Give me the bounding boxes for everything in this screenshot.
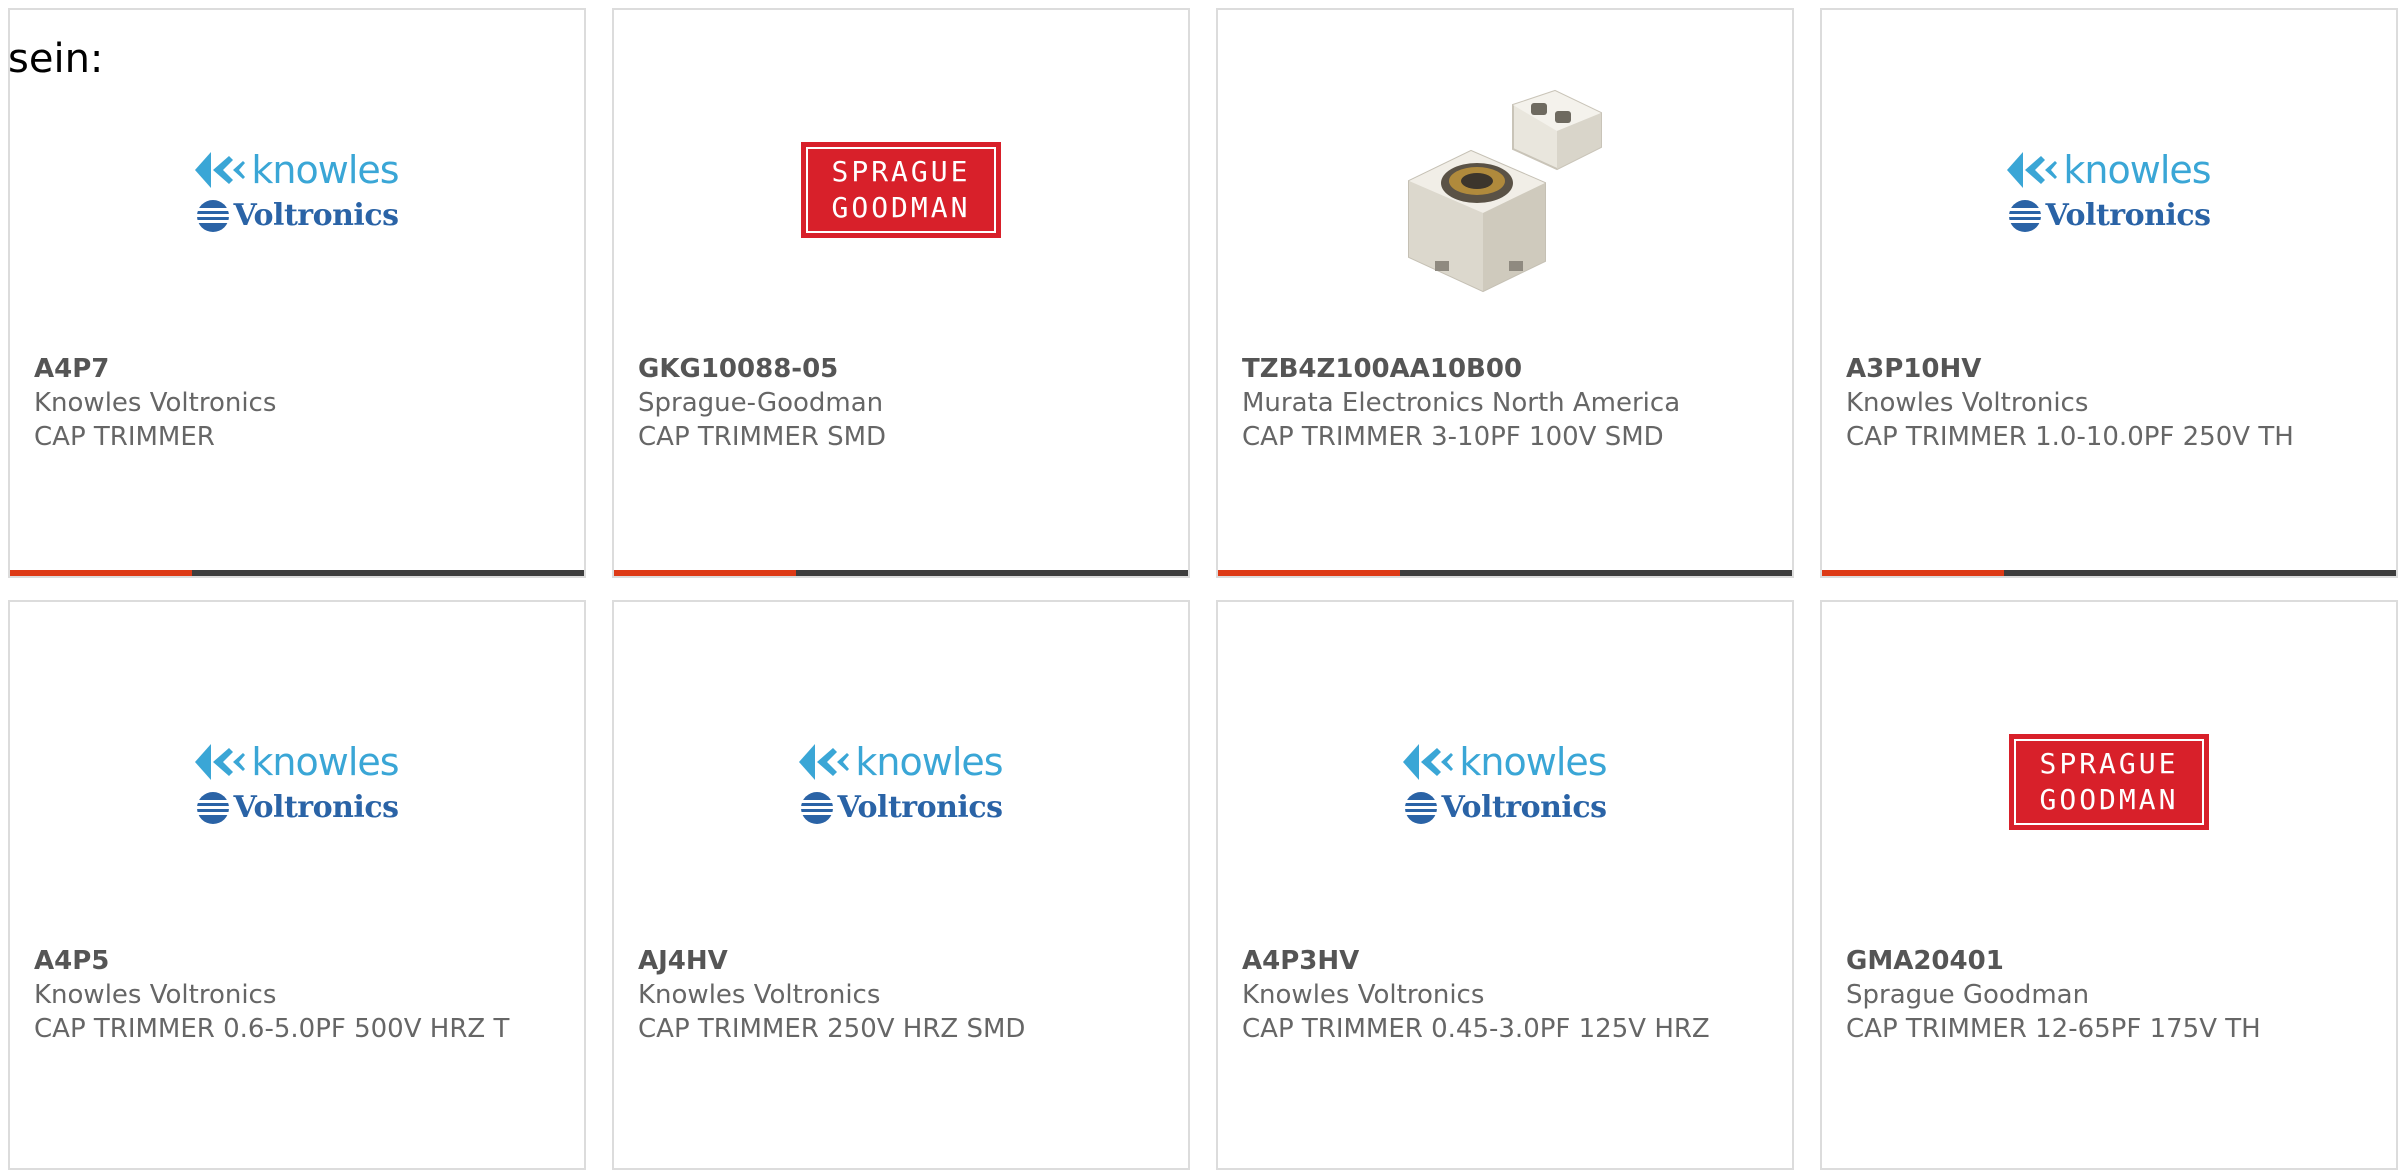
goodman-wordmark: GOODMAN [2039,783,2179,816]
product-description: CAP TRIMMER 1.0-10.0PF 250V TH [1846,422,2294,452]
globe-icon [2008,200,2041,232]
manufacturer-name: Sprague-Goodman [638,388,884,418]
sprague-goodman-logo: SPRAGUE GOODMAN [801,142,1001,238]
knowles-wordmark: knowles [1459,740,1607,784]
knowles-voltronics-logo: knowles Voltronics [192,736,402,828]
product-info: A3P10HV Knowles Voltronics CAP TRIMMER 1… [1846,352,2366,454]
manufacturer-name: Knowles Voltronics [638,980,881,1010]
knowles-voltronics-logo: knowles Voltronics [796,736,1006,828]
product-image: knowles Voltronics [1822,70,2396,310]
product-info: A4P7 Knowles Voltronics CAP TRIMMER [34,352,554,454]
globe-icon [1404,792,1437,824]
product-image: knowles Voltronics [10,70,584,310]
voltronics-wordmark: Voltronics [1441,790,1607,825]
knowles-chevron-icon [799,744,850,780]
product-image: knowles Voltronics [614,662,1188,902]
part-number[interactable]: TZB4Z100AA10B00 [1242,352,1762,386]
product-description: CAP TRIMMER SMD [638,422,887,452]
product-card[interactable]: knowles Voltronics A4P5 Knowles Voltroni… [8,600,586,1170]
manufacturer-name: Murata Electronics North America [1242,388,1681,418]
manufacturer-name: Sprague Goodman [1846,980,2090,1010]
product-image: knowles Voltronics [1218,662,1792,902]
manufacturer-name: Knowles Voltronics [1846,388,2089,418]
manufacturer-name: Knowles Voltronics [34,980,277,1010]
product-image: SPRAGUE GOODMAN [1822,662,2396,902]
product-card[interactable]: knowles Voltronics A3P10HV Knowles Voltr… [1820,8,2398,578]
part-number[interactable]: GKG10088-05 [638,352,1158,386]
globe-icon [196,200,229,232]
knowles-chevron-icon [2007,152,2058,188]
manufacturer-name: Knowles Voltronics [1242,980,1485,1010]
knowles-chevron-icon [195,152,246,188]
product-description: CAP TRIMMER 0.45-3.0PF 125V HRZ [1242,1014,1710,1044]
knowles-wordmark: knowles [2063,148,2211,192]
product-card[interactable]: knowles Voltronics AJ4HV Knowles Voltron… [612,600,1190,1170]
knowles-wordmark: knowles [855,740,1003,784]
voltronics-wordmark: Voltronics [2045,198,2211,233]
part-number[interactable]: A3P10HV [1846,352,2366,386]
product-info: AJ4HV Knowles Voltronics CAP TRIMMER 250… [638,944,1158,1046]
part-number[interactable]: AJ4HV [638,944,1158,978]
product-card[interactable]: knowles Voltronics A4P7 Knowles Voltroni… [8,8,586,578]
card-accent-bar [614,570,1188,576]
knowles-wordmark: knowles [251,740,399,784]
product-description: CAP TRIMMER 3-10PF 100V SMD [1242,422,1664,452]
product-info: TZB4Z100AA10B00 Murata Electronics North… [1242,352,1762,454]
knowles-chevron-icon [195,744,246,780]
knowles-wordmark: knowles [251,148,399,192]
sprague-wordmark: SPRAGUE [2039,747,2179,780]
manufacturer-name: Knowles Voltronics [34,388,277,418]
product-description: CAP TRIMMER 250V HRZ SMD [638,1014,1026,1044]
goodman-wordmark: GOODMAN [831,191,971,224]
card-accent-bar [10,570,584,576]
product-image: knowles Voltronics [10,662,584,902]
globe-icon [196,792,229,824]
product-grid: knowles Voltronics A4P7 Knowles Voltroni… [8,8,2398,1170]
product-card[interactable]: SPRAGUE GOODMAN GMA20401 Sprague Goodman… [1820,600,2398,1170]
product-info: GMA20401 Sprague Goodman CAP TRIMMER 12-… [1846,944,2366,1046]
knowles-voltronics-logo: knowles Voltronics [1400,736,1610,828]
product-description: CAP TRIMMER 12-65PF 175V TH [1846,1014,2261,1044]
product-card[interactable]: knowles Voltronics A4P3HV Knowles Voltro… [1216,600,1794,1170]
product-info: GKG10088-05 Sprague-Goodman CAP TRIMMER … [638,352,1158,454]
product-image: SPRAGUE GOODMAN [614,70,1188,310]
knowles-voltronics-logo: knowles Voltronics [2004,144,2214,236]
knowles-voltronics-logo: knowles Voltronics [192,144,402,236]
part-number[interactable]: GMA20401 [1846,944,2366,978]
trimmer-capacitor-photo [1408,89,1602,293]
product-card[interactable]: TZB4Z100AA10B00 Murata Electronics North… [1216,8,1794,578]
product-info: A4P3HV Knowles Voltronics CAP TRIMMER 0.… [1242,944,1762,1046]
product-card[interactable]: SPRAGUE GOODMAN GKG10088-05 Sprague-Good… [612,8,1190,578]
sprague-goodman-logo: SPRAGUE GOODMAN [2009,734,2209,830]
product-description: CAP TRIMMER 0.6-5.0PF 500V HRZ T [34,1014,510,1044]
sprague-wordmark: SPRAGUE [831,155,971,188]
part-number[interactable]: A4P3HV [1242,944,1762,978]
intro-text: sein: [8,36,104,82]
voltronics-wordmark: Voltronics [233,790,399,825]
product-image [1218,70,1792,310]
globe-icon [800,792,833,824]
product-description: CAP TRIMMER [34,422,215,452]
voltronics-wordmark: Voltronics [233,198,399,233]
voltronics-wordmark: Voltronics [837,790,1003,825]
product-info: A4P5 Knowles Voltronics CAP TRIMMER 0.6-… [34,944,554,1046]
part-number[interactable]: A4P5 [34,944,554,978]
part-number[interactable]: A4P7 [34,352,554,386]
card-accent-bar [1822,570,2396,576]
knowles-chevron-icon [1403,744,1454,780]
card-accent-bar [1218,570,1792,576]
